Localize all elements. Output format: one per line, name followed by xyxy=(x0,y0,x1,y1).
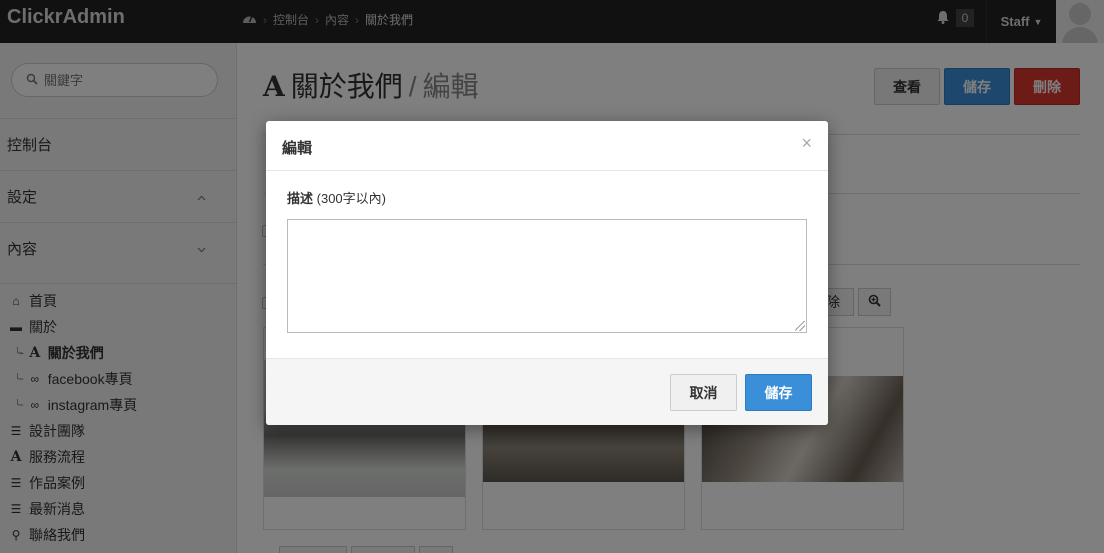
modal-footer: 取消 儲存 xyxy=(266,358,828,425)
description-label: 描述 (300字以內) xyxy=(287,188,386,207)
resize-handle[interactable] xyxy=(795,321,805,331)
close-icon[interactable]: × xyxy=(801,133,812,154)
field-hint: (300字以內) xyxy=(316,191,386,206)
modal-header: 編輯 × xyxy=(266,121,828,171)
modal-save-button[interactable]: 儲存 xyxy=(745,374,812,411)
description-textarea[interactable] xyxy=(287,219,807,333)
field-label-text: 描述 xyxy=(287,191,314,206)
modal-title: 編輯 xyxy=(282,140,313,157)
cancel-button[interactable]: 取消 xyxy=(670,374,737,411)
edit-modal: 編輯 × 描述 (300字以內) 取消 儲存 xyxy=(266,121,828,425)
